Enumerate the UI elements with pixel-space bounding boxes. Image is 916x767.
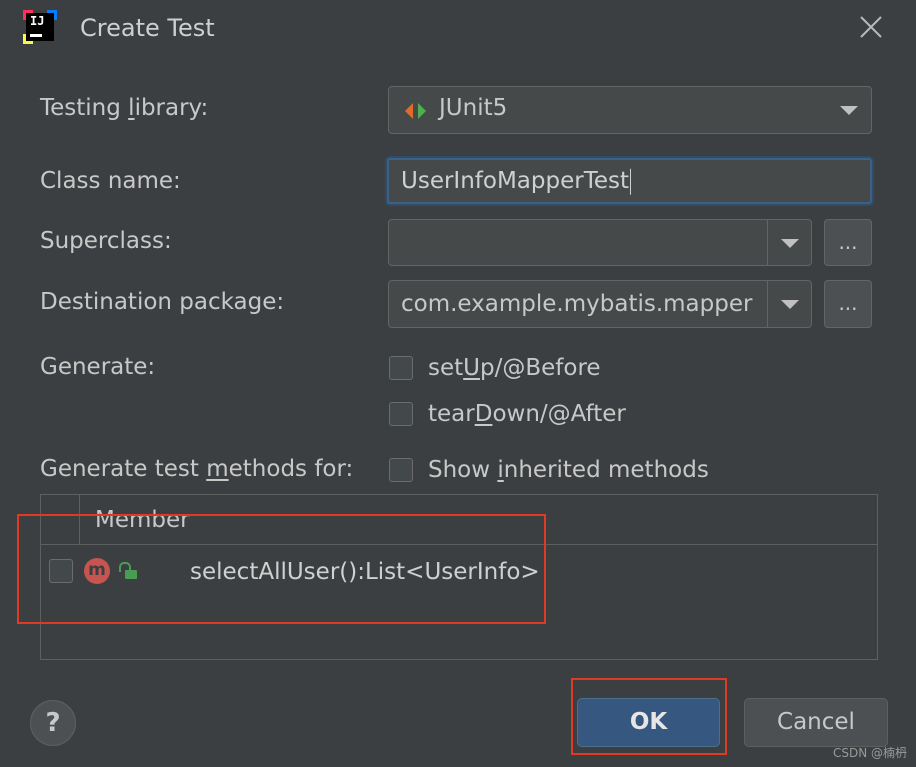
teardown-checkbox[interactable]: [389, 402, 413, 426]
junit-icon: [403, 101, 429, 125]
show-inherited-label[interactable]: Show inherited methods: [428, 457, 709, 483]
chevron-down-icon[interactable]: [767, 220, 811, 265]
generate-label: Generate:: [40, 354, 156, 380]
teardown-label[interactable]: tearDown/@After: [428, 401, 626, 427]
destination-package-combo[interactable]: com.example.mybatis.mapper: [388, 280, 812, 328]
close-icon[interactable]: [856, 12, 886, 42]
class-name-field[interactable]: UserInfoMapperTest: [387, 158, 872, 204]
destination-package-label: Destination package:: [40, 289, 285, 315]
superclass-label: Superclass:: [40, 228, 172, 254]
destination-package-browse-button[interactable]: ...: [824, 280, 872, 328]
setup-checkbox[interactable]: [389, 356, 413, 380]
watermark: CSDN @楠枬: [833, 746, 908, 760]
methods-for-label: Generate test methods for:: [40, 456, 354, 482]
chevron-down-icon[interactable]: [827, 87, 871, 133]
chevron-down-icon[interactable]: [767, 281, 811, 327]
class-name-value: UserInfoMapperTest: [401, 167, 629, 194]
testing-library-value: JUnit5: [439, 95, 508, 121]
testing-library-select[interactable]: JUnit5: [388, 86, 872, 134]
title-bar: IJ Create Test: [0, 0, 916, 60]
dialog-title: Create Test: [80, 14, 215, 42]
intellij-icon: IJ: [23, 10, 57, 44]
cancel-button[interactable]: Cancel: [744, 698, 888, 747]
show-inherited-checkbox[interactable]: [389, 458, 413, 482]
superclass-combo[interactable]: [388, 219, 812, 266]
testing-library-label: Testing library:: [40, 95, 209, 121]
highlight-box-member: [17, 514, 546, 624]
setup-label[interactable]: setUp/@Before: [428, 355, 601, 381]
superclass-browse-button[interactable]: ...: [824, 219, 872, 266]
help-icon[interactable]: ?: [30, 700, 76, 746]
class-name-label: Class name:: [40, 168, 181, 194]
ok-button[interactable]: OK: [577, 698, 720, 747]
destination-package-value: com.example.mybatis.mapper: [401, 291, 753, 317]
